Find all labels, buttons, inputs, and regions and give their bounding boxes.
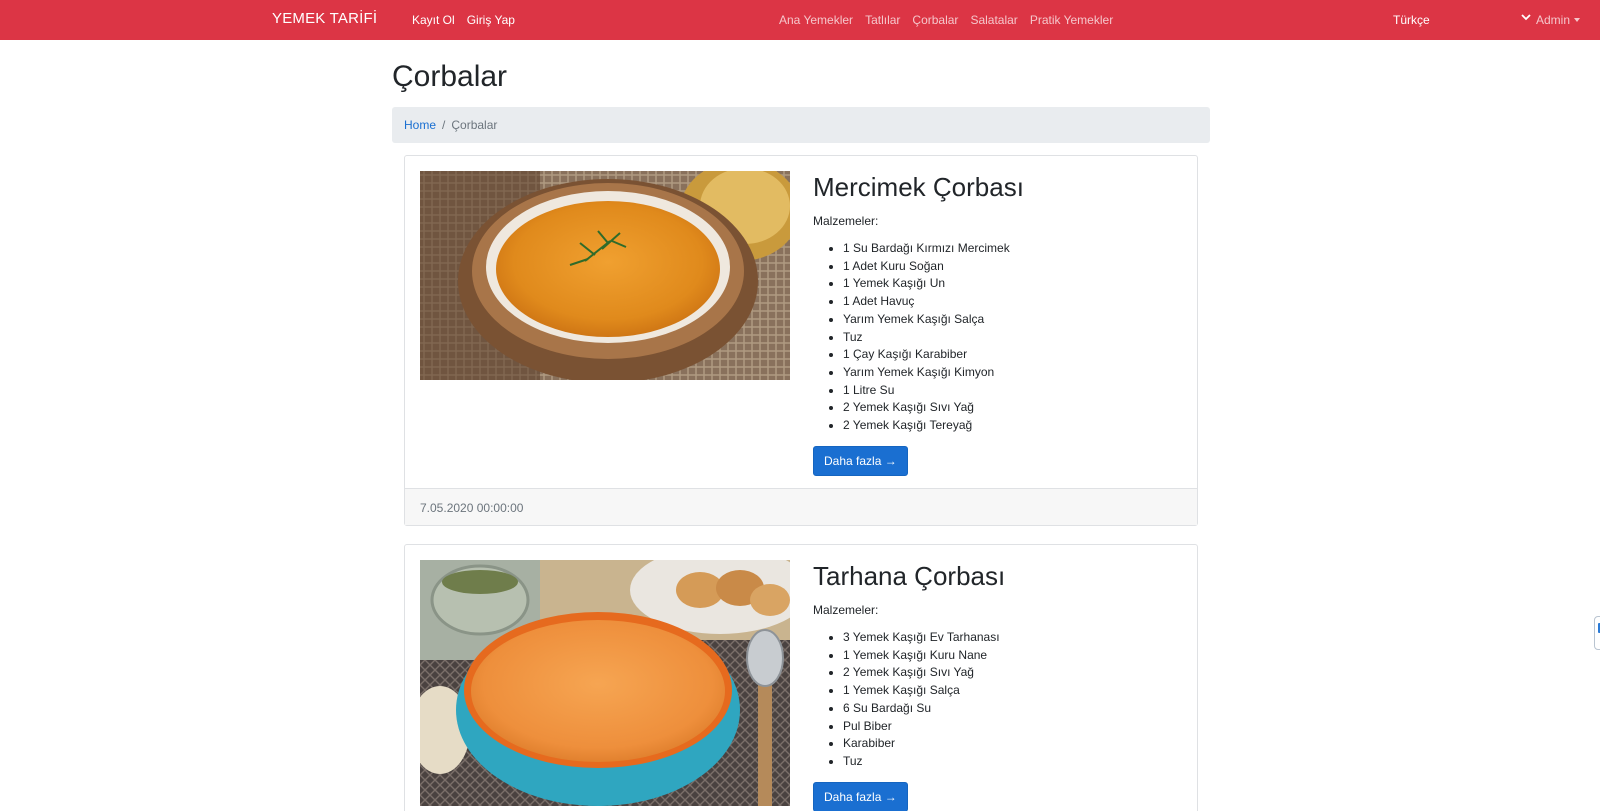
admin-label: Admin: [1536, 13, 1571, 27]
ingredients-list: 3 Yemek Kaşığı Ev Tarhanası 1 Yemek Kaşı…: [813, 629, 1183, 771]
register-link[interactable]: Kayıt Ol: [412, 13, 455, 27]
ingredient-item: 1 Su Bardağı Kırmızı Mercimek: [843, 240, 1183, 258]
nav-quick-meals[interactable]: Pratik Yemekler: [1030, 13, 1113, 27]
ingredient-item: 1 Litre Su: [843, 382, 1183, 400]
ingredient-item: 2 Yemek Kaşığı Sıvı Yağ: [843, 664, 1183, 682]
ingredient-item: Yarım Yemek Kaşığı Salça: [843, 311, 1183, 329]
side-feedback-widget[interactable]: [1594, 616, 1600, 650]
ingredient-item: 2 Yemek Kaşığı Tereyağ: [843, 417, 1183, 435]
recipe-body: Mercimek Çorbası Malzemeler: 1 Su Bardağ…: [813, 171, 1183, 476]
breadcrumb: Home / Çorbalar: [392, 107, 1210, 143]
read-more-button[interactable]: Daha fazla →: [813, 445, 908, 476]
ingredients-label: Malzemeler:: [813, 214, 879, 228]
ingredient-item: 3 Yemek Kaşığı Ev Tarhanası: [843, 629, 1183, 647]
read-more-button[interactable]: Daha fazla →: [813, 781, 908, 811]
recipe-body: Tarhana Çorbası Malzemeler: 3 Yemek Kaşı…: [813, 560, 1183, 811]
ingredient-item: Yarım Yemek Kaşığı Kimyon: [843, 364, 1183, 382]
nav-salads[interactable]: Salatalar: [970, 13, 1017, 27]
tarhana-soup-photo: [420, 560, 790, 806]
nav-main-dishes[interactable]: Ana Yemekler: [779, 13, 853, 27]
recipe-title[interactable]: Mercimek Çorbası: [813, 172, 1183, 203]
page-title: Çorbalar: [392, 60, 508, 93]
breadcrumb-current: Çorbalar: [451, 118, 498, 132]
ingredient-item: Karabiber: [843, 735, 1183, 753]
breadcrumb-separator: /: [442, 118, 446, 132]
ingredient-item: 2 Yemek Kaşığı Sıvı Yağ: [843, 399, 1183, 417]
recipe-image: [420, 171, 790, 380]
ingredient-item: Tuz: [843, 753, 1183, 771]
ingredient-item: 1 Yemek Kaşığı Salça: [843, 682, 1183, 700]
caret-down-icon: [1574, 18, 1581, 22]
ingredient-item: Pul Biber: [843, 718, 1183, 736]
chevron-down-icon[interactable]: [1518, 9, 1534, 25]
language-selector[interactable]: Türkçe: [1393, 13, 1430, 27]
admin-dropdown[interactable]: Admin: [1536, 13, 1581, 27]
recipe-card: Tarhana Çorbası Malzemeler: 3 Yemek Kaşı…: [404, 544, 1198, 811]
category-nav: Ana Yemekler Tatlılar Çorbalar Salatalar…: [779, 13, 1113, 27]
login-link[interactable]: Giriş Yap: [467, 13, 515, 27]
nav-soups[interactable]: Çorbalar: [912, 13, 958, 27]
brand-logo[interactable]: YEMEK TARİFİ: [272, 10, 377, 27]
recipe-date: 7.05.2020 00:00:00: [405, 488, 1197, 525]
auth-links: Kayıt Ol Giriş Yap: [412, 13, 515, 27]
lentil-soup-photo: [420, 171, 790, 380]
recipe-image: [420, 560, 790, 806]
nav-desserts[interactable]: Tatlılar: [865, 13, 900, 27]
ingredients-label: Malzemeler:: [813, 603, 879, 617]
ingredient-item: Tuz: [843, 329, 1183, 347]
recipe-title[interactable]: Tarhana Çorbası: [813, 561, 1183, 592]
ingredient-item: 1 Çay Kaşığı Karabiber: [843, 346, 1183, 364]
breadcrumb-home-link[interactable]: Home: [404, 118, 436, 132]
ingredient-item: 1 Yemek Kaşığı Kuru Nane: [843, 647, 1183, 665]
recipe-card: Mercimek Çorbası Malzemeler: 1 Su Bardağ…: [404, 155, 1198, 526]
ingredients-list: 1 Su Bardağı Kırmızı Mercimek 1 Adet Kur…: [813, 240, 1183, 435]
top-navbar: YEMEK TARİFİ Kayıt Ol Giriş Yap Ana Yeme…: [0, 0, 1600, 40]
ingredient-item: 1 Yemek Kaşığı Un: [843, 275, 1183, 293]
ingredient-item: 6 Su Bardağı Su: [843, 700, 1183, 718]
ingredient-item: 1 Adet Havuç: [843, 293, 1183, 311]
ingredient-item: 1 Adet Kuru Soğan: [843, 258, 1183, 276]
